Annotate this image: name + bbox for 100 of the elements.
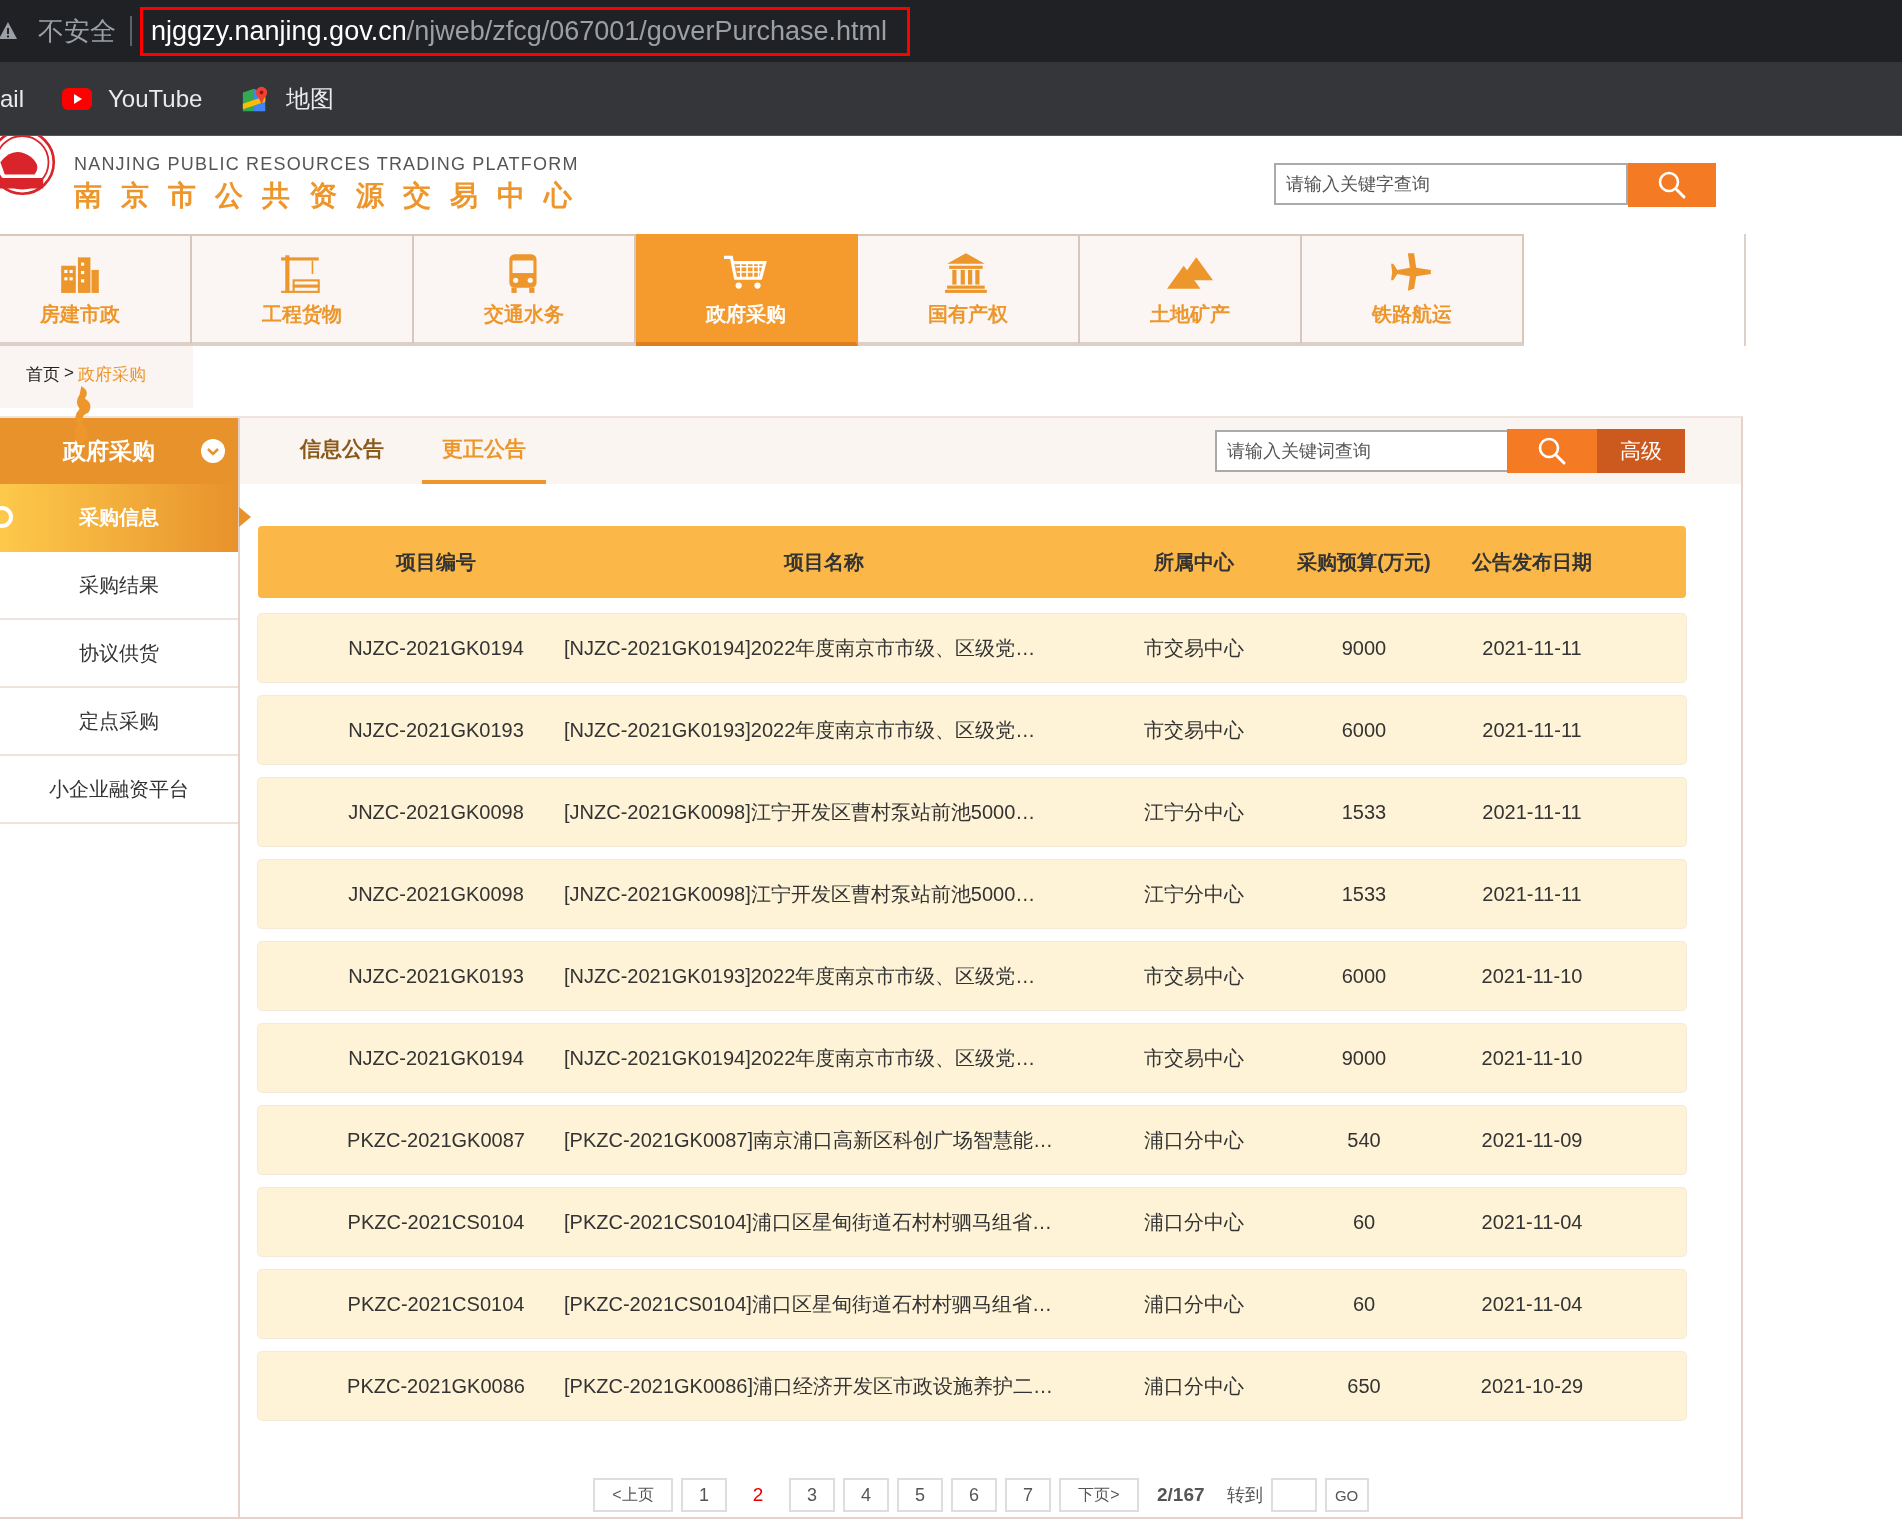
table-cell-text: 540 [1346,1128,1382,1152]
page-count: 2/167 [1157,1484,1205,1506]
table-cell-text: 市交易中心 [1143,635,1245,661]
table-row[interactable]: NJZC-2021GK0193 [NJZC-2021GK0193]2022年度南京市市级、区级党… 市交易中心 6000 2021-11-10 [258,942,1686,1010]
sidebar-item[interactable]: 采购结果 [0,552,238,620]
table-cell-text: 2021-11-11 [1481,718,1583,742]
table-cell-text: 2021-11-10 [1480,1046,1584,1070]
tab[interactable]: 信息公告 [280,418,404,484]
page-button[interactable]: 5 [897,1478,943,1512]
search-field[interactable]: 请输入关键字查询 [1274,163,1628,205]
search-field[interactable]: 请输入关键词查询 [1215,430,1507,472]
advanced-search-button[interactable]: 高级 [1597,429,1685,473]
table-cell-text: [PKZC-2021GK0087]南京浦口高新区科创广场智慧能… [564,1127,1054,1153]
search-icon [1657,170,1687,200]
goto-label: 转到 [1226,1484,1263,1507]
next-page-button[interactable]: 下页> [1059,1478,1139,1512]
bookmark[interactable]: YouTube [62,84,203,113]
table-cell-text: 60 [1351,1292,1377,1316]
table-cell-text: 江宁分中心 [1143,881,1245,907]
page-button[interactable]: 2 [735,1478,781,1512]
table-row[interactable]: NJZC-2021GK0193 [NJZC-2021GK0193]2022年度南京市市级、区级党… 市交易中心 6000 2021-11-11 [258,696,1686,764]
table-cell-text: PKZC-2021CS0104 [346,1292,526,1316]
table-cell-text: 2021-11-04 [1480,1210,1584,1234]
table-cell-text: 2021-11-10 [1480,964,1584,988]
table-row[interactable]: PKZC-2021GK0087 [PKZC-2021GK0087]南京浦口高新区科创广场智慧能… 浦口分中心 540 2021-11-09 [258,1106,1686,1174]
table-row[interactable]: PKZC-2021GK0086 [PKZC-2021GK0086]浦口经济开发区市政设施养护二… 浦口分中心 650 2021-10-29 [258,1352,1686,1420]
table-cell-text: [PKZC-2021CS0104]浦口区星甸街道石村村驷马组省… [564,1209,1053,1235]
table-cell-text: [PKZC-2021GK0086]浦口经济开发区市政设施养护二… [564,1373,1054,1399]
table-cell-text: PKZC-2021GK0086 [346,1374,526,1398]
table-cell-text: 市交易中心 [1143,963,1245,989]
chevron-down-icon [199,438,226,464]
table-cell-text: 60 [1351,1210,1377,1234]
go-button[interactable]: GO [1324,1478,1369,1512]
table-cell-text: 市交易中心 [1143,1045,1245,1071]
search-icon [1537,436,1567,466]
table-cell-text: 2021-11-04 [1480,1292,1584,1316]
table-cell-text: 1533 [1340,882,1388,906]
column-header: 项目编号 [394,549,477,575]
table-cell-text: 6000 [1340,964,1388,988]
table-cell-text: 浦口分中心 [1143,1209,1245,1235]
search-button[interactable] [1507,429,1597,473]
table-cell-text: 6000 [1340,718,1388,742]
table-row[interactable]: JNZC-2021GK0098 [JNZC-2021GK0098]江宁开发区曹村泵站前池5000… 江宁分中心 1533 2021-11-11 [258,860,1686,928]
table-cell-text: [JNZC-2021GK0098]江宁开发区曹村泵站前池5000… [564,799,1037,825]
table-cell-text: [NJZC-2021GK0194]2022年度南京市市级、区级党… [564,635,1037,661]
table-row[interactable]: NJZC-2021GK0194 [NJZC-2021GK0194]2022年度南京市市级、区级党… 市交易中心 9000 2021-11-10 [258,1024,1686,1092]
table-cell-text: 江宁分中心 [1143,799,1245,825]
page-button[interactable]: 7 [1005,1478,1051,1512]
table-cell-text: [NJZC-2021GK0194]2022年度南京市市级、区级党… [564,1045,1037,1071]
table-cell-text: NJZC-2021GK0193 [347,964,525,988]
search-button[interactable] [1628,163,1716,207]
sidebar-item[interactable]: 协议供货 [0,620,238,688]
column-header: 项目名称 [782,549,865,575]
logo-subtitle: NANJING PUBLIC RESOURCES TRADING PLATFORM [74,154,580,175]
table-cell-text: 市交易中心 [1143,717,1245,743]
sidebar-item[interactable]: 定点采购 [0,688,238,756]
page-button[interactable]: 4 [843,1478,889,1512]
page-button[interactable]: 1 [681,1478,727,1512]
ring-icon [0,505,16,529]
table-cell-text: 浦口分中心 [1143,1291,1245,1317]
table-row[interactable]: PKZC-2021CS0104 [PKZC-2021CS0104]浦口区星甸街道石村村驷马组省… 浦口分中心 60 2021-11-04 [258,1270,1686,1338]
table-cell-text: [NJZC-2021GK0193]2022年度南京市市级、区级党… [564,963,1037,989]
page-button[interactable]: 3 [789,1478,835,1512]
bookmark[interactable]: 地图 [240,82,335,115]
table-cell-text: JNZC-2021GK0098 [347,882,525,906]
table-cell-text: 2021-11-11 [1481,800,1583,824]
table-cell-text: 9000 [1340,636,1388,660]
table-cell-text: JNZC-2021GK0098 [347,800,525,824]
table-cell-text: 9000 [1340,1046,1388,1070]
bookmark[interactable]: ail [0,84,24,113]
table-row[interactable]: NJZC-2021GK0194 [NJZC-2021GK0194]2022年度南京市市级、区级党… 市交易中心 9000 2021-11-11 [258,614,1686,682]
table-cell-text: NJZC-2021GK0193 [347,718,525,742]
security-label: 不安全 [38,14,116,48]
column-header: 所属中心 [1153,549,1235,575]
table-cell-text: PKZC-2021GK0087 [346,1128,526,1152]
sidebar-item[interactable]: 小企业融资平台 [0,756,238,824]
table-cell-text: 650 [1346,1374,1382,1398]
page-number-field[interactable] [1270,1478,1317,1512]
table-row[interactable]: JNZC-2021GK0098 [JNZC-2021GK0098]江宁开发区曹村泵站前池5000… 江宁分中心 1533 2021-11-11 [258,778,1686,846]
table-cell-text: NJZC-2021GK0194 [347,1046,525,1070]
breadcrumb-link[interactable]: 首页 [26,363,60,386]
table-cell-text: [JNZC-2021GK0098]江宁开发区曹村泵站前池5000… [564,881,1037,907]
table-cell-text: [PKZC-2021CS0104]浦口区星甸街道石村村驷马组省… [564,1291,1053,1317]
table-cell-text: 2021-11-09 [1480,1128,1584,1152]
table-row[interactable]: PKZC-2021CS0104 [PKZC-2021CS0104]浦口区星甸街道石村村驷马组省… 浦口分中心 60 2021-11-04 [258,1188,1686,1256]
table-cell-text: 2021-11-11 [1481,636,1583,660]
breadcrumb-separator: > [64,363,74,383]
address-bar[interactable]: njggzy.nanjing.gov.cn/njweb/zfcg/067001/goverPurchase.html [140,6,910,56]
table-cell-text: 2021-10-29 [1479,1374,1585,1398]
logo-title: 南京市公共资源交易中心 [74,179,591,213]
table-cell-text: [NJZC-2021GK0193]2022年度南京市市级、区级党… [564,717,1037,743]
table-cell-text: 1533 [1340,800,1388,824]
column-header: 公告发布日期 [1470,549,1593,575]
page-button[interactable]: 6 [951,1478,997,1512]
table-cell-text: NJZC-2021GK0194 [347,636,525,660]
column-header: 采购预算(万元) [1296,549,1432,575]
table-cell-text: 浦口分中心 [1143,1127,1245,1153]
previous-page-button[interactable]: <上页 [593,1478,673,1512]
table-cell-text: 浦口分中心 [1143,1373,1245,1399]
pointer-icon [239,507,251,527]
